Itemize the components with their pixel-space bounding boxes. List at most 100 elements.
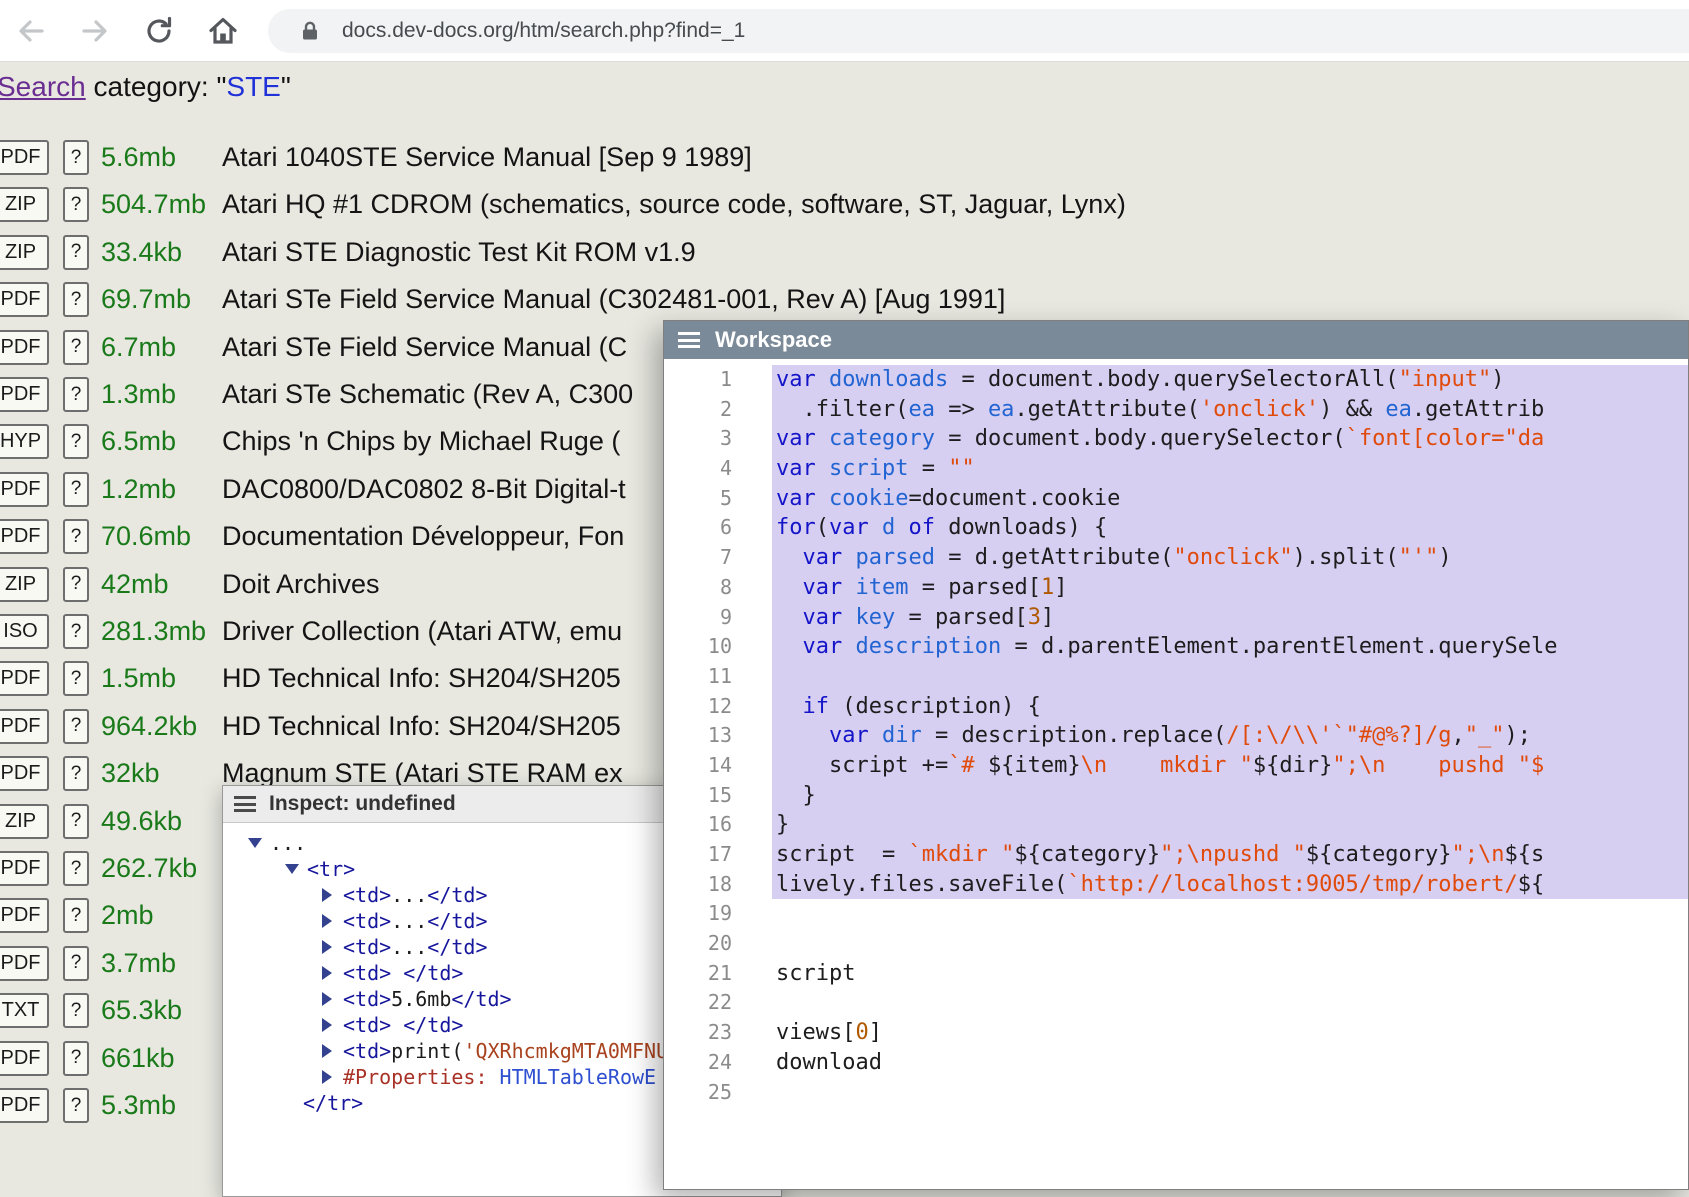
code-line[interactable]: 17script = `mkdir "${category}";\npushd …: [664, 840, 1688, 870]
workspace-code-editor[interactable]: 1var downloads = document.body.querySele…: [664, 359, 1688, 1191]
file-type-badge[interactable]: PDF: [0, 140, 49, 175]
code-text[interactable]: views[0]: [772, 1018, 1688, 1048]
code-text[interactable]: }: [772, 781, 1688, 811]
triangle-right-icon[interactable]: [322, 1070, 332, 1084]
code-text[interactable]: [772, 1078, 1688, 1108]
code-text[interactable]: script = `mkdir "${category}";\npushd "$…: [772, 840, 1688, 870]
file-type-badge[interactable]: PDF: [0, 472, 49, 507]
file-type-badge[interactable]: PDF: [0, 851, 49, 886]
code-text[interactable]: [772, 929, 1688, 959]
triangle-right-icon[interactable]: [322, 914, 332, 928]
home-button[interactable]: [204, 12, 242, 50]
help-button[interactable]: ?: [63, 946, 89, 981]
file-type-badge[interactable]: PDF: [0, 1041, 49, 1076]
file-type-badge[interactable]: PDF: [0, 709, 49, 744]
help-button[interactable]: ?: [63, 187, 89, 222]
help-button[interactable]: ?: [63, 614, 89, 649]
lock-icon[interactable]: [298, 19, 322, 43]
code-text[interactable]: [772, 988, 1688, 1018]
code-text[interactable]: var script = "": [772, 454, 1688, 484]
help-button[interactable]: ?: [63, 330, 89, 365]
file-type-badge[interactable]: ZIP: [0, 187, 49, 222]
menu-icon[interactable]: [678, 332, 700, 348]
help-button[interactable]: ?: [63, 282, 89, 317]
code-text[interactable]: var dir = description.replace(/[:\/\\'`"…: [772, 721, 1688, 751]
help-button[interactable]: ?: [63, 1088, 89, 1123]
triangle-down-icon[interactable]: [248, 838, 262, 848]
code-text[interactable]: download: [772, 1048, 1688, 1078]
code-line[interactable]: 25: [664, 1078, 1688, 1108]
triangle-right-icon[interactable]: [322, 1018, 332, 1032]
help-button[interactable]: ?: [63, 519, 89, 554]
code-text[interactable]: var description = d.parentElement.parent…: [772, 632, 1688, 662]
code-line[interactable]: 4var script = "": [664, 454, 1688, 484]
file-type-badge[interactable]: PDF: [0, 377, 49, 412]
code-text[interactable]: }: [772, 810, 1688, 840]
code-line[interactable]: 10 var description = d.parentElement.par…: [664, 632, 1688, 662]
code-line[interactable]: 7 var parsed = d.getAttribute("onclick")…: [664, 543, 1688, 573]
file-type-badge[interactable]: PDF: [0, 661, 49, 696]
file-type-badge[interactable]: PDF: [0, 898, 49, 933]
triangle-down-icon[interactable]: [285, 864, 299, 874]
code-line[interactable]: 15 }: [664, 781, 1688, 811]
code-line[interactable]: 16}: [664, 810, 1688, 840]
file-type-badge[interactable]: PDF: [0, 1088, 49, 1123]
workspace-titlebar[interactable]: Workspace: [664, 321, 1688, 359]
triangle-right-icon[interactable]: [322, 888, 332, 902]
help-button[interactable]: ?: [63, 472, 89, 507]
help-button[interactable]: ?: [63, 140, 89, 175]
triangle-right-icon[interactable]: [322, 992, 332, 1006]
help-button[interactable]: ?: [63, 424, 89, 459]
code-line[interactable]: 9 var key = parsed[3]: [664, 603, 1688, 633]
help-button[interactable]: ?: [63, 377, 89, 412]
file-type-badge[interactable]: PDF: [0, 330, 49, 365]
file-type-badge[interactable]: PDF: [0, 946, 49, 981]
help-button[interactable]: ?: [63, 993, 89, 1028]
code-line[interactable]: 23views[0]: [664, 1018, 1688, 1048]
code-line[interactable]: 8 var item = parsed[1]: [664, 573, 1688, 603]
file-type-badge[interactable]: ZIP: [0, 235, 49, 270]
code-text[interactable]: [772, 662, 1688, 692]
code-text[interactable]: [772, 899, 1688, 929]
code-line[interactable]: 11: [664, 662, 1688, 692]
code-text[interactable]: if (description) {: [772, 692, 1688, 722]
file-type-badge[interactable]: HYP: [0, 424, 49, 459]
triangle-right-icon[interactable]: [322, 940, 332, 954]
file-type-badge[interactable]: ZIP: [0, 804, 49, 839]
code-line[interactable]: 21script: [664, 959, 1688, 989]
file-type-badge[interactable]: PDF: [0, 756, 49, 791]
address-bar[interactable]: docs.dev-docs.org/htm/search.php?find=_1: [268, 9, 1689, 53]
code-line[interactable]: 2 .filter(ea => ea.getAttribute('onclick…: [664, 395, 1688, 425]
forward-button[interactable]: [76, 12, 114, 50]
code-line[interactable]: 18lively.files.saveFile(`http://localhos…: [664, 870, 1688, 900]
menu-icon[interactable]: [234, 796, 256, 812]
code-line[interactable]: 24download: [664, 1048, 1688, 1078]
search-link[interactable]: Search: [0, 71, 86, 102]
code-text[interactable]: for(var d of downloads) {: [772, 513, 1688, 543]
code-line[interactable]: 5var cookie=document.cookie: [664, 484, 1688, 514]
code-text[interactable]: var item = parsed[1]: [772, 573, 1688, 603]
code-line[interactable]: 14 script +=`# ${item}\n mkdir "${dir}";…: [664, 751, 1688, 781]
file-type-badge[interactable]: PDF: [0, 282, 49, 317]
help-button[interactable]: ?: [63, 1041, 89, 1076]
code-line[interactable]: 6for(var d of downloads) {: [664, 513, 1688, 543]
code-text[interactable]: .filter(ea => ea.getAttribute('onclick')…: [772, 395, 1688, 425]
triangle-right-icon[interactable]: [322, 1044, 332, 1058]
code-text[interactable]: lively.files.saveFile(`http://localhost:…: [772, 870, 1688, 900]
code-line[interactable]: 12 if (description) {: [664, 692, 1688, 722]
code-text[interactable]: var downloads = document.body.querySelec…: [772, 365, 1688, 395]
help-button[interactable]: ?: [63, 756, 89, 791]
code-text[interactable]: var parsed = d.getAttribute("onclick").s…: [772, 543, 1688, 573]
help-button[interactable]: ?: [63, 804, 89, 839]
code-text[interactable]: script +=`# ${item}\n mkdir "${dir}";\n …: [772, 751, 1688, 781]
reload-button[interactable]: [140, 12, 178, 50]
file-type-badge[interactable]: ISO: [0, 614, 49, 649]
help-button[interactable]: ?: [63, 567, 89, 602]
code-text[interactable]: var cookie=document.cookie: [772, 484, 1688, 514]
code-line[interactable]: 19: [664, 899, 1688, 929]
code-line[interactable]: 13 var dir = description.replace(/[:\/\\…: [664, 721, 1688, 751]
help-button[interactable]: ?: [63, 709, 89, 744]
code-text[interactable]: var category = document.body.querySelect…: [772, 424, 1688, 454]
triangle-right-icon[interactable]: [322, 966, 332, 980]
code-text[interactable]: var key = parsed[3]: [772, 603, 1688, 633]
